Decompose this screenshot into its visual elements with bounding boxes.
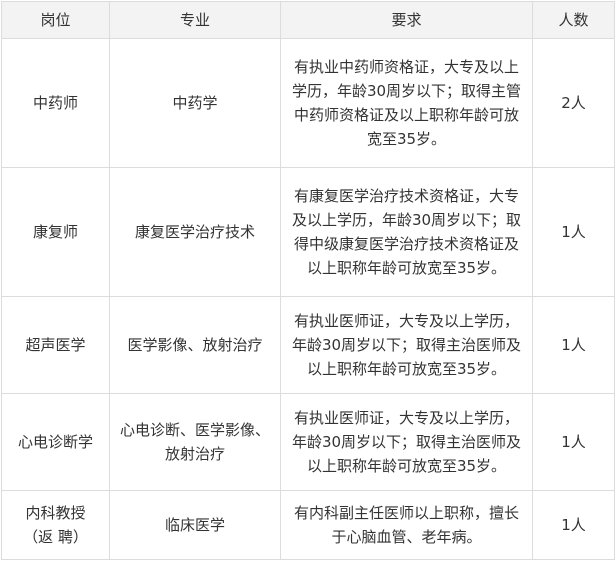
table-row: 康复师 康复医学治疗技术 有康复医学治疗技术资格证，大专 及以上学历，年龄30周… — [1, 167, 615, 297]
position-text: 心电诊断学 — [17, 433, 93, 451]
requirement-line: 宽至35岁。 — [366, 130, 447, 148]
header-requirement: 要求 — [280, 1, 533, 39]
table-row: 内科教授 （返 聘） 临床医学 有内科副主任医师以上职称，擅长 于心脑血管、老年… — [1, 490, 615, 560]
major-cell: 康复医学治疗技术 — [109, 167, 281, 297]
table-row: 心电诊断学 心电诊断、医学影像、 放射治疗 有执业医师证，大专及以上学历， 年龄… — [1, 393, 615, 491]
requirement-line: 于心脑血管、老年病。 — [331, 528, 482, 546]
position-text: 内科教授 — [25, 504, 86, 522]
count-cell: 1人 — [532, 490, 615, 560]
major-text: 心电诊断、医学影像、 — [119, 421, 270, 439]
requirement-line: 有执业医师证，大专及以上学历， — [293, 312, 519, 330]
count-cell: 2人 — [532, 38, 615, 168]
major-cell: 中药学 — [109, 38, 281, 168]
major-text: 康复医学治疗技术 — [134, 223, 255, 241]
requirement-cell: 有执业中药师资格证，大专及以上 学历，年龄30周岁以下；取得主管 中药师资格证及… — [280, 38, 533, 168]
requirement-line: 有执业中药师资格证，大专及以上 — [293, 58, 519, 76]
position-cell: 康复师 — [1, 167, 110, 297]
recruitment-table: 岗位 专业 要求 人数 中药师 中药学 有执业中药师资格证，大专及以上 学历，年… — [1, 1, 615, 560]
requirement-cell: 有康复医学治疗技术资格证，大专 及以上学历，年龄30周岁以下；取 得中级康复医学… — [280, 167, 533, 297]
requirement-line: 以上职称年龄可放宽至35岁。 — [306, 360, 507, 378]
requirement-line: 以上职称年龄可放宽至35岁。 — [306, 259, 507, 277]
requirement-cell: 有内科副主任医师以上职称，擅长 于心脑血管、老年病。 — [280, 490, 533, 560]
requirement-line: 得中级康复医学治疗技术资格证及 — [293, 235, 519, 253]
requirement-cell: 有执业医师证，大专及以上学历， 年龄30周岁以下；取得主治医师及 以上职称年龄可… — [280, 393, 533, 491]
requirement-line: 有内科副主任医师以上职称，擅长 — [293, 504, 519, 522]
major-text: 临床医学 — [164, 516, 225, 534]
table-row: 中药师 中药学 有执业中药师资格证，大专及以上 学历，年龄30周岁以下；取得主管… — [1, 38, 615, 168]
count-cell: 1人 — [532, 167, 615, 297]
requirement-cell: 有执业医师证，大专及以上学历， 年龄30周岁以下；取得主治医师及 以上职称年龄可… — [280, 296, 533, 394]
major-cell: 临床医学 — [109, 490, 281, 560]
requirement-line: 中药师资格证及以上职称年龄可放 — [293, 106, 519, 124]
major-text: 中药学 — [172, 94, 218, 112]
position-text: 康复师 — [32, 223, 78, 241]
header-position: 岗位 — [1, 1, 110, 39]
count-cell: 1人 — [532, 393, 615, 491]
position-cell: 超声医学 — [1, 296, 110, 394]
position-text: 超声医学 — [25, 336, 86, 354]
table-header-row: 岗位 专业 要求 人数 — [1, 1, 615, 39]
requirement-line: 学历，年龄30周岁以下；取得主管 — [291, 82, 522, 100]
header-major: 专业 — [109, 1, 281, 39]
requirement-line: 有康复医学治疗技术资格证，大专 — [293, 187, 519, 205]
position-text: （返 聘） — [23, 528, 88, 546]
requirement-line: 年龄30周岁以下；取得主治医师及 — [291, 336, 522, 354]
major-text: 放射治疗 — [164, 445, 225, 463]
major-text: 医学影像、放射治疗 — [127, 336, 263, 354]
header-count: 人数 — [532, 1, 615, 39]
requirement-line: 年龄30周岁以下；取得主治医师及 — [291, 433, 522, 451]
position-cell: 心电诊断学 — [1, 393, 110, 491]
count-cell: 1人 — [532, 296, 615, 394]
major-cell: 医学影像、放射治疗 — [109, 296, 281, 394]
requirement-line: 有执业医师证，大专及以上学历， — [293, 409, 519, 427]
position-text: 中药师 — [32, 94, 78, 112]
requirement-line: 以上职称年龄可放宽至35岁。 — [306, 457, 507, 475]
table-row: 超声医学 医学影像、放射治疗 有执业医师证，大专及以上学历， 年龄30周岁以下；… — [1, 296, 615, 394]
major-cell: 心电诊断、医学影像、 放射治疗 — [109, 393, 281, 491]
position-cell: 中药师 — [1, 38, 110, 168]
requirement-line: 及以上学历，年龄30周岁以下；取 — [291, 211, 522, 229]
position-cell: 内科教授 （返 聘） — [1, 490, 110, 560]
